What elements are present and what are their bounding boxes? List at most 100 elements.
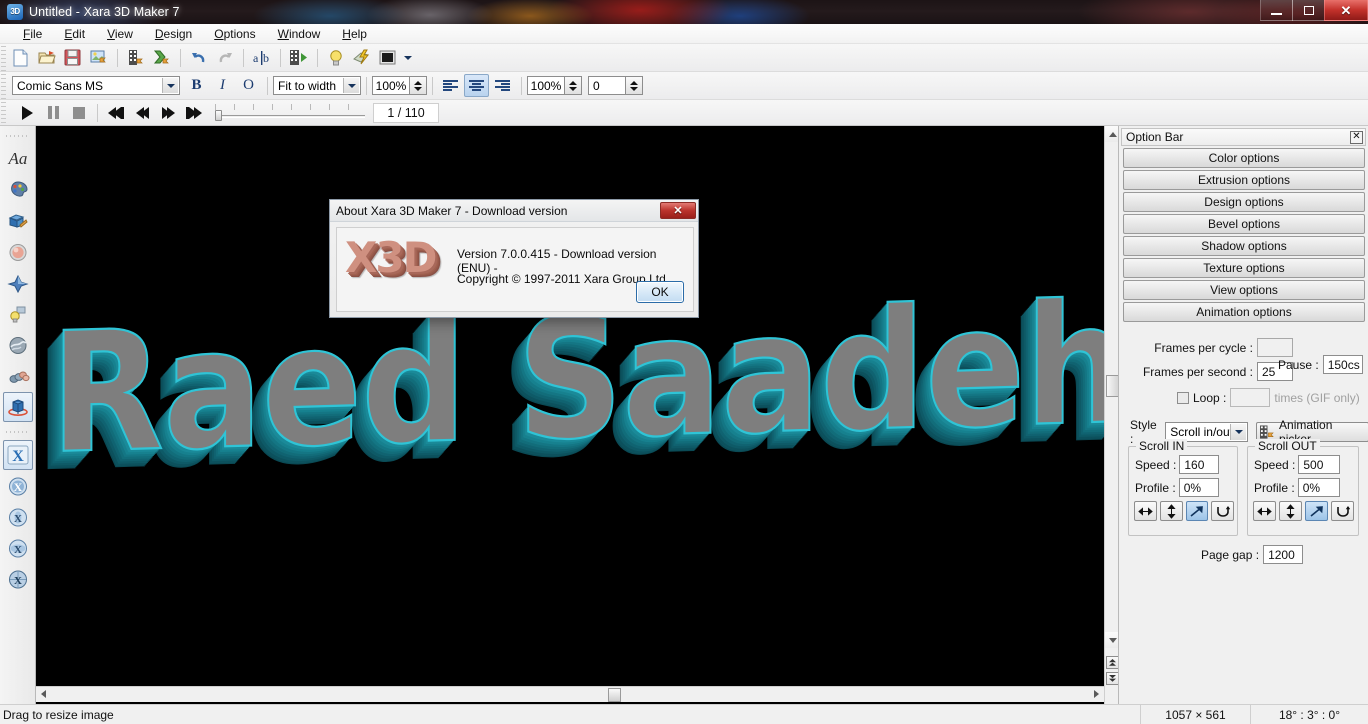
toolbar-grip[interactable]	[1, 72, 6, 99]
extrusion-options-button[interactable]: Extrusion options	[1123, 170, 1365, 190]
rail-grip-2[interactable]	[6, 428, 29, 436]
track-stepper[interactable]	[565, 76, 582, 95]
option-bar-header: Option Bar ✕	[1121, 128, 1366, 146]
scroll-in-vertical-button[interactable]	[1159, 501, 1183, 521]
pause-field[interactable]: 150cs	[1322, 355, 1363, 374]
maximize-button[interactable]	[1292, 0, 1325, 21]
view-mode-select[interactable]: Fit to width	[273, 76, 361, 95]
italic-button[interactable]: I	[210, 74, 235, 97]
export-animation-icon[interactable]	[123, 46, 148, 69]
scroll-out-vertical-button[interactable]	[1279, 501, 1302, 521]
chevron-down-icon[interactable]	[401, 46, 414, 69]
menu-view[interactable]: View	[96, 25, 144, 43]
light-bulb-icon[interactable]	[323, 46, 348, 69]
animation-swing-x-tool[interactable]: X	[3, 502, 33, 532]
loop-count-field[interactable]	[1230, 388, 1271, 407]
design-options-button[interactable]: Design options	[1123, 192, 1365, 212]
chevron-down-icon[interactable]	[1230, 424, 1247, 440]
minimize-button[interactable]	[1260, 0, 1293, 21]
color-options-button[interactable]: Color options	[1123, 148, 1365, 168]
loop-checkbox[interactable]	[1177, 391, 1189, 404]
save-disk-icon[interactable]	[60, 46, 85, 69]
previous-frame-button[interactable]	[129, 102, 155, 124]
last-frame-button[interactable]	[181, 102, 207, 124]
align-center-button[interactable]	[464, 74, 489, 97]
redo-icon[interactable]	[212, 46, 237, 69]
rotate-stepper[interactable]	[626, 76, 643, 95]
preview-animation-icon[interactable]	[286, 46, 311, 69]
texture-options-button[interactable]: Texture options	[1123, 258, 1365, 278]
undo-icon[interactable]	[186, 46, 211, 69]
zoom-value[interactable]: 100%	[372, 76, 410, 95]
menu-edit[interactable]: Edit	[53, 25, 96, 43]
stop-button[interactable]	[66, 102, 92, 124]
timeline-slider[interactable]	[215, 103, 365, 123]
play-button[interactable]	[14, 102, 40, 124]
outline-button[interactable]: O	[236, 74, 261, 97]
animation-tumble-x-tool[interactable]: X	[3, 564, 33, 594]
about-dialog-close-button[interactable]: ✕	[660, 202, 696, 219]
color-palette-tool[interactable]	[3, 175, 33, 205]
pause-button[interactable]	[40, 102, 66, 124]
scroll-out-profile-field[interactable]: 0%	[1297, 478, 1340, 497]
chevron-down-icon[interactable]	[343, 78, 359, 93]
scroll-in-horizontal-button[interactable]	[1134, 501, 1157, 521]
scroll-in-rotate-button[interactable]	[1211, 501, 1234, 521]
timeline-thumb[interactable]	[215, 109, 222, 121]
vertical-scrollbar[interactable]	[1104, 126, 1120, 724]
animation-rotate-x-tool[interactable]: X	[3, 471, 33, 501]
rotate-value[interactable]: 0	[588, 76, 626, 95]
menu-help[interactable]: Help	[331, 25, 378, 43]
lighting-tool[interactable]	[3, 299, 33, 329]
scroll-out-speed-field[interactable]: 500	[1298, 455, 1341, 474]
rail-grip[interactable]	[6, 132, 29, 140]
menu-options[interactable]: Options	[203, 25, 266, 43]
bevel-options-button[interactable]: Bevel options	[1123, 214, 1365, 234]
shadow-options-button[interactable]: Shadow options	[1123, 236, 1365, 256]
horizontal-scroll-thumb[interactable]	[608, 688, 621, 702]
scroll-out-horizontal-button[interactable]	[1253, 501, 1276, 521]
toolbar-grip[interactable]	[1, 100, 6, 125]
animation-options-button[interactable]: Animation options	[1123, 302, 1365, 322]
align-left-button[interactable]	[438, 74, 463, 97]
toolbar-grip[interactable]	[1, 44, 6, 71]
first-frame-button[interactable]	[103, 102, 129, 124]
font-family-select[interactable]: Comic Sans MS	[12, 76, 180, 95]
horizontal-scrollbar[interactable]	[36, 686, 1104, 702]
lightning-icon[interactable]	[349, 46, 374, 69]
scroll-out-rotate-button[interactable]	[1331, 501, 1354, 521]
background-color-icon[interactable]	[375, 46, 400, 69]
bold-button[interactable]: B	[184, 74, 209, 97]
open-folder-icon[interactable]	[34, 46, 59, 69]
animation-x-tool[interactable]: X	[3, 440, 33, 470]
menu-window[interactable]: Window	[267, 25, 332, 43]
scroll-in-profile-field[interactable]: 0%	[1178, 478, 1219, 497]
about-ok-button[interactable]: OK	[636, 281, 684, 303]
view-options-button[interactable]: View options	[1123, 280, 1365, 300]
menu-file[interactable]: File	[12, 25, 53, 43]
align-right-button[interactable]	[490, 74, 515, 97]
close-button[interactable]: ✕	[1324, 0, 1368, 21]
rotate-object-tool[interactable]	[3, 392, 33, 422]
zoom-stepper[interactable]	[410, 76, 427, 95]
export-image-icon[interactable]	[86, 46, 111, 69]
edit-text-icon[interactable]: ab	[249, 46, 274, 69]
shadow-tool[interactable]	[3, 268, 33, 298]
menu-design[interactable]: Design	[144, 25, 203, 43]
scroll-out-diagonal-button[interactable]	[1305, 501, 1328, 521]
new-document-icon[interactable]	[8, 46, 33, 69]
animation-flip-x-tool[interactable]: X	[3, 533, 33, 563]
scroll-in-speed-field[interactable]: 160	[1179, 455, 1220, 474]
export-flash-icon[interactable]	[149, 46, 174, 69]
group-tool[interactable]	[3, 361, 33, 391]
text-tool[interactable]: Aa	[3, 144, 33, 174]
page-gap-field[interactable]: 1200	[1263, 545, 1304, 564]
option-bar-close-button[interactable]: ✕	[1350, 130, 1363, 144]
scroll-in-diagonal-button[interactable]	[1185, 501, 1209, 521]
extrude-tool[interactable]	[3, 206, 33, 236]
track-value[interactable]: 100%	[527, 76, 565, 95]
texture-tool[interactable]	[3, 330, 33, 360]
chevron-down-icon[interactable]	[162, 78, 178, 93]
next-frame-button[interactable]	[155, 102, 181, 124]
bevel-tool[interactable]	[3, 237, 33, 267]
